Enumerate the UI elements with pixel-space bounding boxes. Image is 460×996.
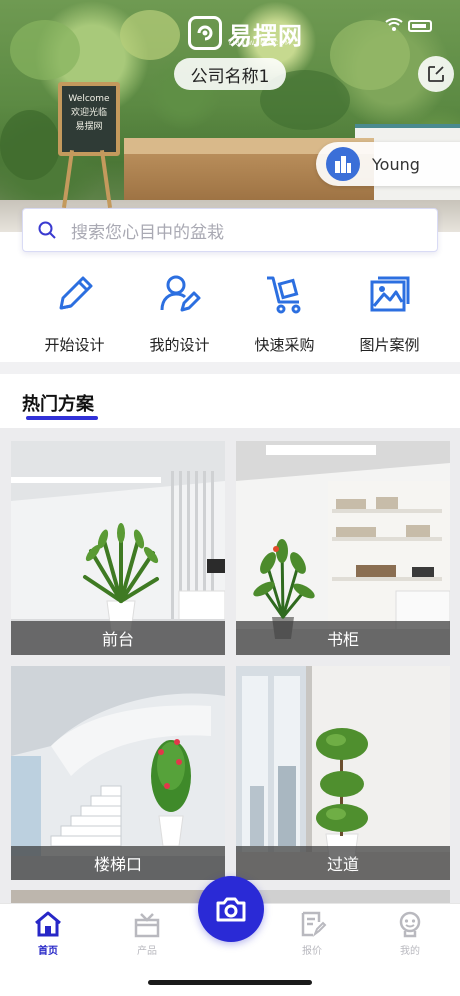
plan-card-stairs[interactable]: 楼梯口 xyxy=(11,666,225,880)
tab-label: 报价 xyxy=(302,946,322,957)
camera-button[interactable] xyxy=(198,876,264,942)
tab-quote[interactable]: 报价 xyxy=(277,910,347,957)
avatar xyxy=(326,147,360,181)
section-divider xyxy=(0,362,460,374)
easel-line: 欢迎光临 xyxy=(70,108,107,118)
gallery-icon xyxy=(366,270,414,318)
plan-card-corridor[interactable]: 过道 xyxy=(236,666,450,880)
home-indicator xyxy=(148,980,312,985)
quick-purchase-button[interactable]: 快速采购 xyxy=(232,262,337,360)
easel-line: Welcome xyxy=(68,94,110,104)
camera-icon xyxy=(216,897,246,922)
user-edit-icon xyxy=(156,270,204,318)
section-title-underline xyxy=(26,416,98,420)
card-caption: 楼梯口 xyxy=(11,846,225,880)
quote-icon xyxy=(301,911,327,937)
foliage-decoration xyxy=(120,10,180,60)
battery-icon xyxy=(408,20,432,32)
image-cases-button[interactable]: 图片案例 xyxy=(337,262,442,360)
plan-card-bookcase[interactable]: 书柜 xyxy=(236,441,450,655)
quick-menu-label: 快速采购 xyxy=(254,336,315,354)
wifi-icon xyxy=(385,18,403,31)
card-caption: 过道 xyxy=(236,846,450,880)
my-design-button[interactable]: 我的设计 xyxy=(127,262,232,360)
cart-icon xyxy=(261,270,309,318)
user-profile-pill[interactable]: Young xyxy=(316,142,460,186)
tab-profile[interactable]: 我的 xyxy=(375,910,445,957)
quick-menu-label: 图片案例 xyxy=(359,336,420,354)
logo-badge-icon xyxy=(188,16,222,50)
tab-label: 我的 xyxy=(400,946,420,957)
easel-text: Welcome 欢迎光临 易摆网 xyxy=(62,92,116,134)
card-caption: 前台 xyxy=(11,621,225,655)
search-input[interactable]: 搜索您心目中的盆栽 xyxy=(22,208,438,252)
section-title: 热门方案 xyxy=(22,394,94,415)
easel-line: 易摆网 xyxy=(75,122,103,132)
user-name: Young xyxy=(372,154,420,174)
search-icon xyxy=(38,221,56,239)
edit-button[interactable] xyxy=(418,56,454,92)
quick-menu-label: 开始设计 xyxy=(44,336,105,354)
company-selector[interactable]: 公司名称1 xyxy=(174,58,286,90)
foliage-decoration xyxy=(10,20,80,80)
card-caption: 书柜 xyxy=(236,621,450,655)
start-design-button[interactable]: 开始设计 xyxy=(22,262,127,360)
foliage-decoration xyxy=(0,110,60,180)
tab-label: 首页 xyxy=(38,946,58,957)
quick-menu: 开始设计 我的设计 快速采购 图片案例 xyxy=(0,262,460,360)
quick-menu-label: 我的设计 xyxy=(149,336,210,354)
logo-subtitle: YIBAIWANG.COM xyxy=(228,40,292,47)
search-placeholder: 搜索您心目中的盆栽 xyxy=(71,222,224,243)
building-icon xyxy=(335,156,351,173)
tab-label: 产品 xyxy=(137,946,157,957)
tab-products[interactable]: 产品 xyxy=(112,910,182,957)
profile-icon xyxy=(399,911,421,938)
tab-home[interactable]: 首页 xyxy=(13,910,83,957)
edit-icon xyxy=(428,66,444,82)
pencil-icon xyxy=(51,270,99,318)
plan-card-reception[interactable]: 前台 xyxy=(11,441,225,655)
home-icon xyxy=(35,911,61,937)
gift-icon xyxy=(134,913,160,938)
